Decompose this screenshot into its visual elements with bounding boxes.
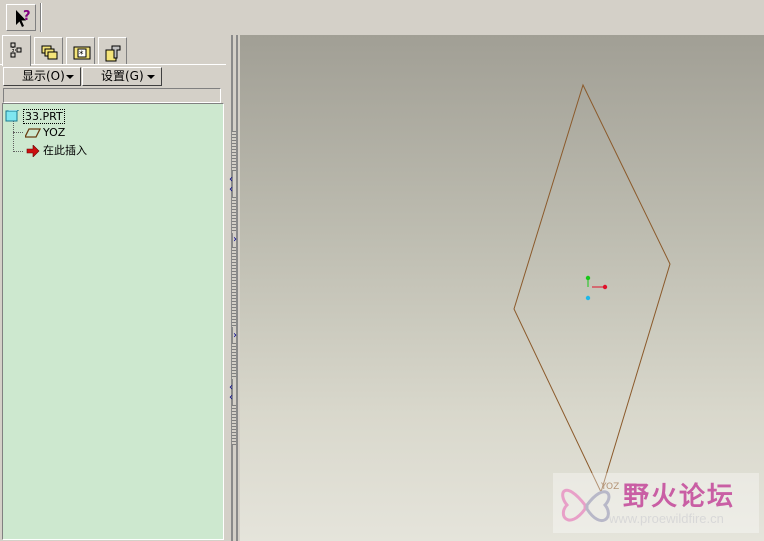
part-icon [5,110,19,122]
settings-menu-label: 设置(G) [101,69,144,83]
x-axis-dot [602,284,608,290]
svg-text:*: * [79,50,84,60]
tree-column-header [3,88,221,103]
favorites-tab[interactable]: * [66,37,95,65]
favorites-icon: * [73,46,91,60]
panel-splitter[interactable]: ‹ ‹ › › ‹ ‹ [226,35,240,541]
whats-this-help-button[interactable]: ? [6,4,36,31]
connections-icon [105,45,121,62]
connections-tab[interactable] [98,37,127,65]
settings-menu-button[interactable]: 设置(G) [82,67,162,86]
graphics-viewport[interactable]: YOZ 野火论坛 www.proewildfire.cn [240,35,764,541]
splitter-grip [232,197,236,233]
model-tree: 33.PRT YOZ 在此插入 [2,103,224,540]
tree-item-label: YOZ [43,126,66,139]
whats-this-help-icon: ? [16,9,31,27]
tree-connector [13,151,23,152]
collapse-left-icon[interactable]: ‹ [229,185,233,195]
splitter-grip [232,405,236,445]
tab-strip-line [0,64,226,65]
y-axis-dot [585,275,591,281]
butterfly-logo-icon [561,488,611,523]
chevron-down-icon [66,75,74,79]
main-toolbar: ? [0,0,764,36]
datum-plane-icon [25,128,41,138]
show-menu-label: 显示(O) [22,69,65,83]
z-axis-dot [585,295,591,301]
model-tree-tab[interactable] [2,35,31,66]
collapse-left-icon[interactable]: ‹ [229,393,233,403]
expand-right-icon[interactable]: › [233,235,237,245]
splitter-bar [236,35,238,541]
insert-here-arrow-icon [26,145,40,157]
toolbar-separator [40,3,42,32]
splitter-grip [232,247,236,327]
tree-connector [13,120,14,152]
folder-browser-tab[interactable] [34,37,63,65]
folders-icon [41,45,58,60]
splitter-grip [232,131,236,171]
watermark-url: www.proewildfire.cn [609,511,724,526]
viewport-canvas: YOZ [513,83,671,494]
watermark-title: 野火论坛 [623,482,736,512]
navigator-panel: * 显示(O) 设置(G) 33.PRT YOZ 在此插入 [0,35,230,541]
tree-item-label: 在此插入 [43,144,87,157]
show-menu-button[interactable]: 显示(O) [3,67,81,86]
chevron-down-icon [147,75,155,79]
tree-item-label: 33.PRT [23,109,65,124]
expand-right-icon[interactable]: › [233,331,237,341]
forum-watermark: 野火论坛 www.proewildfire.cn [553,473,759,533]
svg-text:?: ? [23,9,31,24]
tree-connector [13,132,23,133]
splitter-grip [232,343,236,379]
model-tree-icon [10,42,22,58]
datum-plane-yoz[interactable] [513,83,671,494]
